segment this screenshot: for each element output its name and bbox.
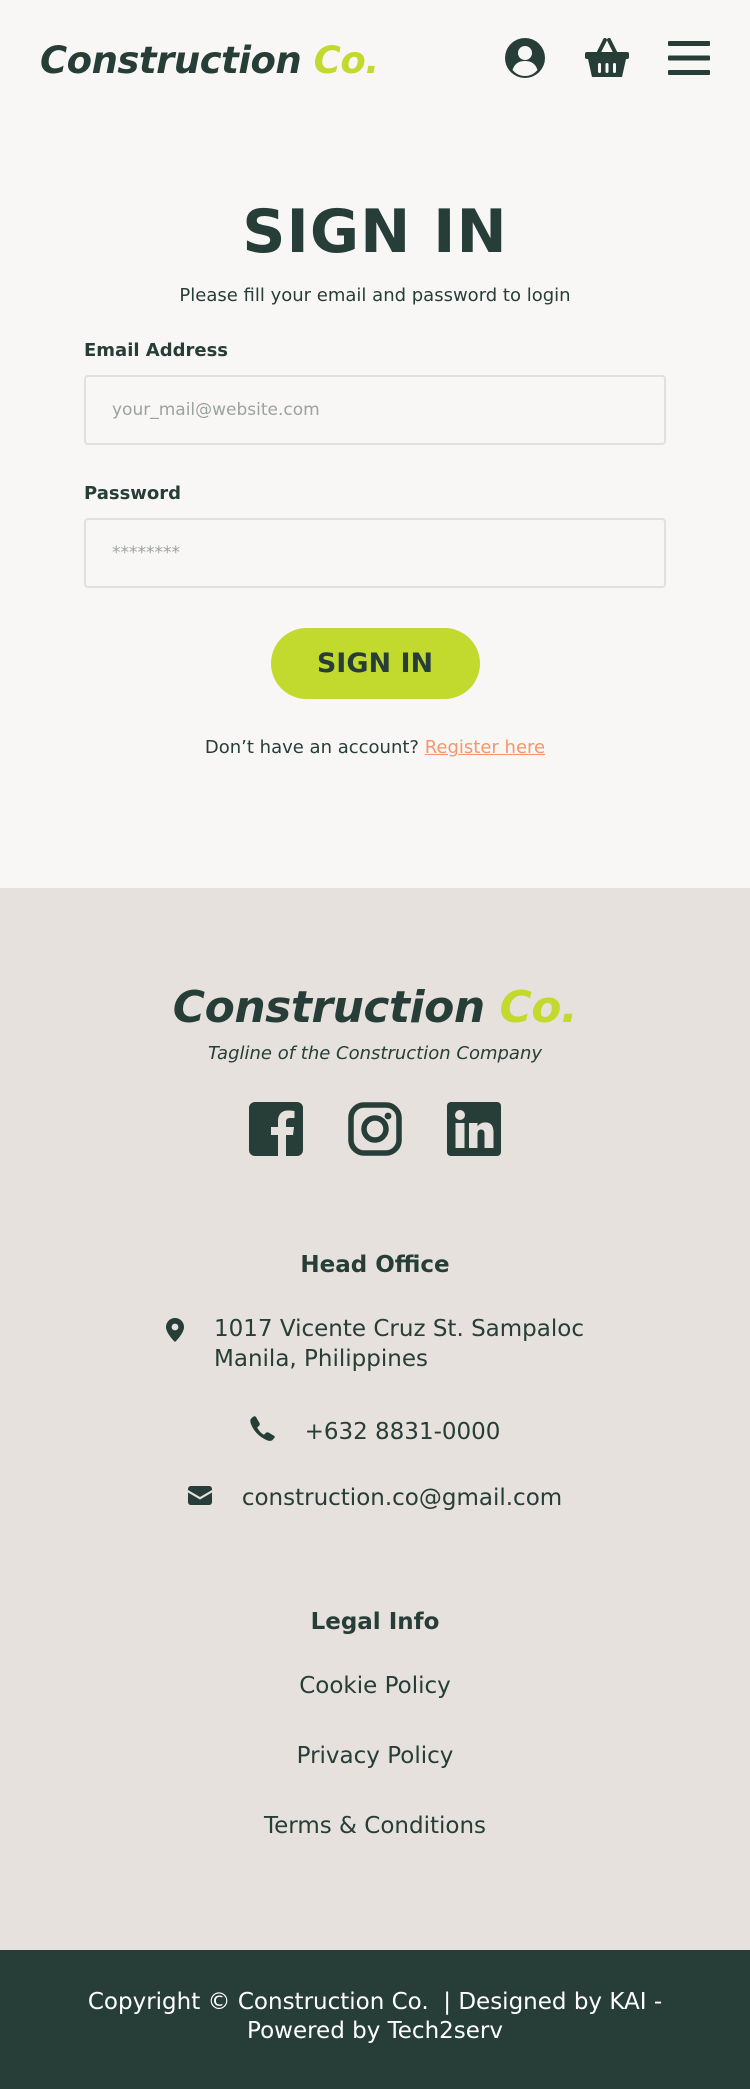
address-row: 1017 Vicente Cruz St. Sampaloc Manila, P… bbox=[0, 1314, 750, 1374]
facebook-icon[interactable] bbox=[249, 1102, 303, 1160]
head-office-title: Head Office bbox=[300, 1252, 450, 1278]
user-icon[interactable] bbox=[504, 37, 546, 83]
header-icons bbox=[504, 37, 710, 83]
menu-icon[interactable] bbox=[668, 40, 710, 80]
head-office-section: Head Office 1017 Vicente Cruz St. Sampal… bbox=[0, 1252, 750, 1511]
logo-main-text: Construction bbox=[40, 38, 302, 82]
signin-section: SIGN IN Please fill your email and passw… bbox=[0, 120, 750, 888]
address-text: 1017 Vicente Cruz St. Sampaloc Manila, P… bbox=[214, 1314, 584, 1374]
privacy-policy-link[interactable]: Privacy Policy bbox=[0, 1743, 750, 1769]
cookie-policy-link[interactable]: Cookie Policy bbox=[0, 1673, 750, 1699]
phone-icon bbox=[249, 1416, 275, 1447]
copyright-bar: Copyright © Construction Co. | Designed … bbox=[0, 1950, 750, 2089]
register-prompt: Don’t have an account? bbox=[204, 737, 419, 758]
footer-logo[interactable]: Construction Co. bbox=[0, 982, 750, 1033]
logo-accent-text: Co. bbox=[313, 38, 380, 82]
email-field[interactable] bbox=[84, 375, 666, 445]
footer-logo-accent: Co. bbox=[499, 982, 578, 1033]
address-line-1: 1017 Vicente Cruz St. Sampaloc bbox=[214, 1316, 584, 1342]
site-header: Construction Co. bbox=[0, 0, 750, 120]
instagram-icon[interactable] bbox=[348, 1102, 402, 1160]
linkedin-icon[interactable] bbox=[447, 1102, 501, 1160]
social-links bbox=[0, 1102, 750, 1160]
page-title: SIGN IN bbox=[242, 197, 508, 267]
footer-logo-main: Construction bbox=[172, 982, 485, 1033]
email-row[interactable]: construction.co@gmail.com bbox=[0, 1485, 750, 1511]
envelope-icon bbox=[187, 1485, 212, 1511]
site-logo[interactable]: Construction Co. bbox=[40, 39, 379, 82]
phone-row[interactable]: +632 8831-0000 bbox=[0, 1416, 750, 1447]
page: Construction Co. SIGN IN Please fill you… bbox=[0, 0, 750, 2089]
signin-subtitle: Please fill your email and password to l… bbox=[179, 285, 571, 306]
legal-title: Legal Info bbox=[310, 1609, 440, 1635]
map-pin-icon bbox=[166, 1318, 185, 1346]
signin-button[interactable]: SIGN IN bbox=[270, 628, 480, 699]
site-footer: Construction Co. Tagline of the Construc… bbox=[0, 888, 750, 1950]
phone-number: +632 8831-0000 bbox=[304, 1418, 501, 1445]
basket-icon[interactable] bbox=[584, 37, 630, 83]
signin-button-wrap: SIGN IN bbox=[84, 628, 666, 699]
password-label: Password bbox=[84, 483, 182, 504]
copyright-line-1: Copyright © Construction Co. | Designed … bbox=[87, 1989, 663, 2015]
address-line-2: Manila, Philippines bbox=[214, 1346, 428, 1372]
signin-form: Email Address Password SIGN IN Don’t hav… bbox=[84, 340, 666, 758]
terms-link[interactable]: Terms & Conditions bbox=[0, 1813, 750, 1839]
register-link[interactable]: Register here bbox=[425, 737, 545, 758]
email-label: Email Address bbox=[84, 340, 229, 361]
password-field[interactable] bbox=[84, 518, 666, 588]
email-address: construction.co@gmail.com bbox=[241, 1485, 563, 1511]
tagline: Tagline of the Construction Company bbox=[207, 1043, 543, 1064]
register-line: Don’t have an account? Register here bbox=[84, 737, 666, 758]
legal-section: Legal Info Cookie Policy Privacy Policy … bbox=[0, 1609, 750, 1839]
copyright-line-2: Powered by Tech2serv bbox=[247, 2018, 503, 2044]
